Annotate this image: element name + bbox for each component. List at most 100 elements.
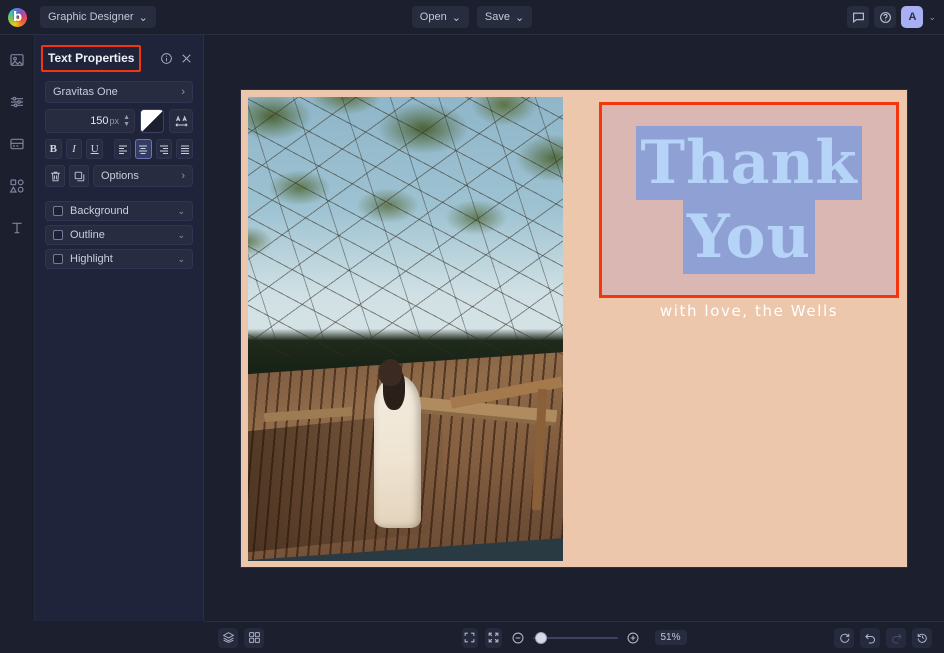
open-button[interactable]: Open ⌄	[411, 6, 469, 28]
italic-label: I	[72, 143, 76, 155]
panel-header: Text Properties	[35, 43, 203, 73]
canvas-workspace[interactable]: Thank You with love, the Wells	[204, 35, 944, 621]
account-actions-group: A ⌄	[847, 6, 944, 28]
feedback-button[interactable]	[847, 6, 870, 28]
selected-text-object[interactable]: Thank You	[599, 101, 899, 298]
chevron-down-icon[interactable]: ⌄	[177, 254, 185, 265]
text-style-row: B I U	[45, 139, 193, 159]
italic-button[interactable]: I	[65, 139, 83, 159]
image-icon	[10, 54, 24, 66]
fit-to-screen-button[interactable]	[461, 627, 479, 648]
info-button[interactable]	[160, 52, 173, 65]
avatar-initial: A	[908, 11, 917, 23]
font-family-select[interactable]: Gravitas One ›	[45, 81, 193, 103]
grid-icon	[248, 632, 260, 643]
text-color-swatch[interactable]	[140, 109, 164, 133]
sidebar-item-graphics[interactable]	[4, 173, 30, 199]
undo-icon	[864, 633, 875, 644]
app-switcher-label: Graphic Designer	[48, 11, 134, 23]
undo-button[interactable]	[860, 627, 880, 648]
letter-spacing-icon	[175, 115, 187, 127]
app-switcher-button[interactable]: Graphic Designer ⌄	[40, 6, 156, 28]
close-panel-button[interactable]	[180, 52, 193, 65]
align-justify-icon	[180, 145, 189, 154]
chevron-right-icon: ›	[181, 85, 185, 98]
zoom-in-icon	[627, 632, 639, 643]
zoom-slider[interactable]	[533, 631, 618, 644]
caret-down-icon[interactable]: ▼	[123, 121, 130, 128]
photo-object[interactable]	[248, 96, 563, 561]
align-right-button[interactable]	[155, 139, 173, 159]
font-size-value: 150	[90, 115, 109, 127]
account-chevron-down-icon[interactable]: ⌄	[928, 12, 936, 23]
outline-checkbox[interactable]	[53, 230, 63, 240]
chevron-down-icon[interactable]: ⌄	[177, 206, 185, 217]
align-left-button[interactable]	[114, 139, 131, 159]
zoom-in-button[interactable]	[625, 628, 642, 648]
font-size-stepper[interactable]: ▲ ▼	[123, 114, 130, 128]
app-logo[interactable]	[0, 0, 35, 35]
reset-icon	[839, 633, 849, 643]
letter-spacing-button[interactable]	[169, 109, 193, 133]
object-actions-row: Options ›	[45, 165, 193, 187]
sidebar-item-text[interactable]	[4, 215, 30, 241]
layers-icon	[222, 632, 234, 643]
highlight-toggle[interactable]: Highlight ⌄	[45, 249, 193, 269]
highlight-label: Highlight	[70, 253, 113, 265]
redo-icon	[891, 633, 902, 644]
help-button[interactable]	[874, 6, 897, 28]
font-size-input[interactable]: 150 px ▲ ▼	[45, 109, 135, 133]
avatar[interactable]: A	[901, 6, 924, 28]
outline-toggle[interactable]: Outline ⌄	[45, 225, 193, 245]
bold-button[interactable]: B	[45, 139, 62, 159]
background-label: Background	[70, 205, 129, 217]
text-line-1: Thank	[636, 125, 862, 200]
fit-to-screen-icon	[465, 632, 475, 643]
bottom-left-tools	[204, 627, 264, 648]
file-actions-group: Open ⌄ Save ⌄	[400, 6, 545, 28]
layers-button[interactable]	[218, 627, 238, 648]
sidebar-item-frames[interactable]	[4, 131, 30, 157]
font-size-row: 150 px ▲ ▼ B I U Options ›	[35, 109, 203, 187]
align-justify-button[interactable]	[176, 139, 193, 159]
duplicate-button[interactable]	[69, 165, 89, 187]
sidebar-item-adjust[interactable]	[4, 89, 30, 115]
effect-toggles: Background ⌄ Outline ⌄ Highlight ⌄	[35, 201, 203, 269]
open-label: Open	[419, 11, 447, 23]
panel-header-actions	[160, 52, 193, 65]
redo-button[interactable]	[886, 627, 906, 648]
signature-text-object[interactable]: with love, the Wells	[599, 302, 899, 320]
zoom-level[interactable]: 51%	[654, 630, 687, 645]
history-icon	[917, 633, 927, 643]
outline-label: Outline	[70, 229, 105, 241]
chevron-down-icon: ⌄	[515, 11, 525, 24]
zoom-out-icon	[512, 632, 524, 643]
page-title: Text Properties	[48, 50, 135, 65]
align-center-button[interactable]	[134, 139, 152, 159]
panel-title-highlight: Text Properties	[41, 44, 142, 72]
options-label: Options	[101, 170, 139, 182]
history-button[interactable]	[912, 627, 932, 648]
zoom-controls: 51%	[461, 627, 687, 648]
sidebar-item-image[interactable]	[4, 47, 30, 73]
grid-button[interactable]	[244, 627, 264, 648]
fullscreen-button[interactable]	[485, 627, 503, 648]
reset-button[interactable]	[834, 627, 854, 648]
tool-rail	[0, 35, 35, 621]
font-family-value: Gravitas One	[53, 86, 118, 98]
background-checkbox[interactable]	[53, 206, 63, 216]
zoom-slider-handle[interactable]	[535, 631, 548, 644]
underline-label: U	[90, 143, 99, 155]
options-button[interactable]: Options ›	[93, 165, 193, 187]
highlight-checkbox[interactable]	[53, 254, 63, 264]
align-center-icon	[139, 145, 148, 154]
background-toggle[interactable]: Background ⌄	[45, 201, 193, 221]
caret-up-icon[interactable]: ▲	[123, 114, 130, 121]
delete-button[interactable]	[45, 165, 65, 187]
font-size-unit: px	[109, 116, 120, 126]
chevron-down-icon[interactable]: ⌄	[177, 230, 185, 241]
save-button[interactable]: Save ⌄	[476, 6, 533, 28]
zoom-out-button[interactable]	[509, 628, 526, 648]
underline-button[interactable]: U	[86, 139, 104, 159]
design-canvas[interactable]: Thank You with love, the Wells	[241, 89, 907, 567]
